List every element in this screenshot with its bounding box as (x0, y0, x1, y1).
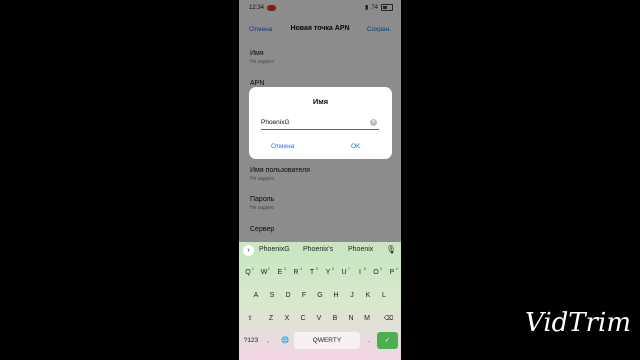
key-j[interactable]: J (345, 287, 359, 304)
symbols-key[interactable]: ?123 (241, 332, 261, 349)
key-a[interactable]: A (249, 287, 263, 304)
space-key[interactable]: QWERTY (294, 332, 360, 349)
key-q[interactable]: Q1 (241, 264, 255, 281)
expand-arrow-icon[interactable]: › (243, 245, 254, 256)
dialog-ok-button[interactable]: OK (351, 143, 360, 150)
key-r[interactable]: R4 (289, 264, 303, 281)
key-z[interactable]: Z (264, 310, 278, 327)
key-x[interactable]: X (280, 310, 294, 327)
name-input[interactable]: PhoenixG ✕ (261, 117, 379, 130)
key-g[interactable]: G (313, 287, 327, 304)
enter-check-icon[interactable]: ✓ (377, 332, 398, 349)
shift-icon[interactable]: ⇧ (241, 310, 259, 327)
key-f[interactable]: F (297, 287, 311, 304)
keyboard: › PhoenixG Phoenix's Phoenix 🎙 Q1 W2 E3 … (239, 242, 401, 360)
microphone-icon[interactable]: 🎙 (386, 245, 396, 254)
key-m[interactable]: M (360, 310, 374, 327)
name-dialog: Имя PhoenixG ✕ Отмена OK (249, 87, 392, 159)
suggestion-item[interactable]: Phoenix (348, 246, 373, 253)
key-s[interactable]: S (265, 287, 279, 304)
watermark-logo: VidTrim (525, 308, 632, 338)
key-w[interactable]: W2 (257, 264, 271, 281)
key-p[interactable]: P0 (385, 264, 399, 281)
key-k[interactable]: K (361, 287, 375, 304)
key-e[interactable]: E3 (273, 264, 287, 281)
key-i[interactable]: I8 (353, 264, 367, 281)
key-u[interactable]: U7 (337, 264, 351, 281)
key-l[interactable]: L (377, 287, 391, 304)
key-period[interactable]: . (364, 332, 374, 349)
dialog-cancel-button[interactable]: Отмена (271, 143, 294, 150)
key-d[interactable]: D (281, 287, 295, 304)
key-row-3: ⇧ Z X C V B N M ⌫ (239, 310, 401, 331)
clear-icon[interactable]: ✕ (370, 119, 377, 126)
key-y[interactable]: Y6 (321, 264, 335, 281)
key-h[interactable]: H (329, 287, 343, 304)
key-v[interactable]: V (312, 310, 326, 327)
globe-icon[interactable]: 🌐 (279, 332, 291, 349)
key-row-4: ?123 , 🌐 QWERTY . ✓ (239, 332, 401, 353)
phone-screen: 12:34 ▮ 74 Отмена Новая точка APN Сохран… (239, 0, 401, 360)
key-b[interactable]: B (328, 310, 342, 327)
key-row-2: A S D F G H J K L (239, 287, 401, 308)
key-t[interactable]: T5 (305, 264, 319, 281)
name-input-value: PhoenixG (261, 119, 290, 126)
key-comma[interactable]: , (263, 332, 273, 349)
suggestion-bar: › PhoenixG Phoenix's Phoenix 🎙 (239, 242, 401, 259)
suggestion-item[interactable]: PhoenixG (259, 246, 290, 253)
key-c[interactable]: C (296, 310, 310, 327)
backspace-icon[interactable]: ⌫ (379, 310, 398, 327)
key-n[interactable]: N (344, 310, 358, 327)
suggestion-item[interactable]: Phoenix's (303, 246, 333, 253)
key-o[interactable]: O9 (369, 264, 383, 281)
dialog-title: Имя (312, 97, 329, 106)
key-row-1: Q1 W2 E3 R4 T5 Y6 U7 I8 O9 P0 (239, 264, 401, 285)
